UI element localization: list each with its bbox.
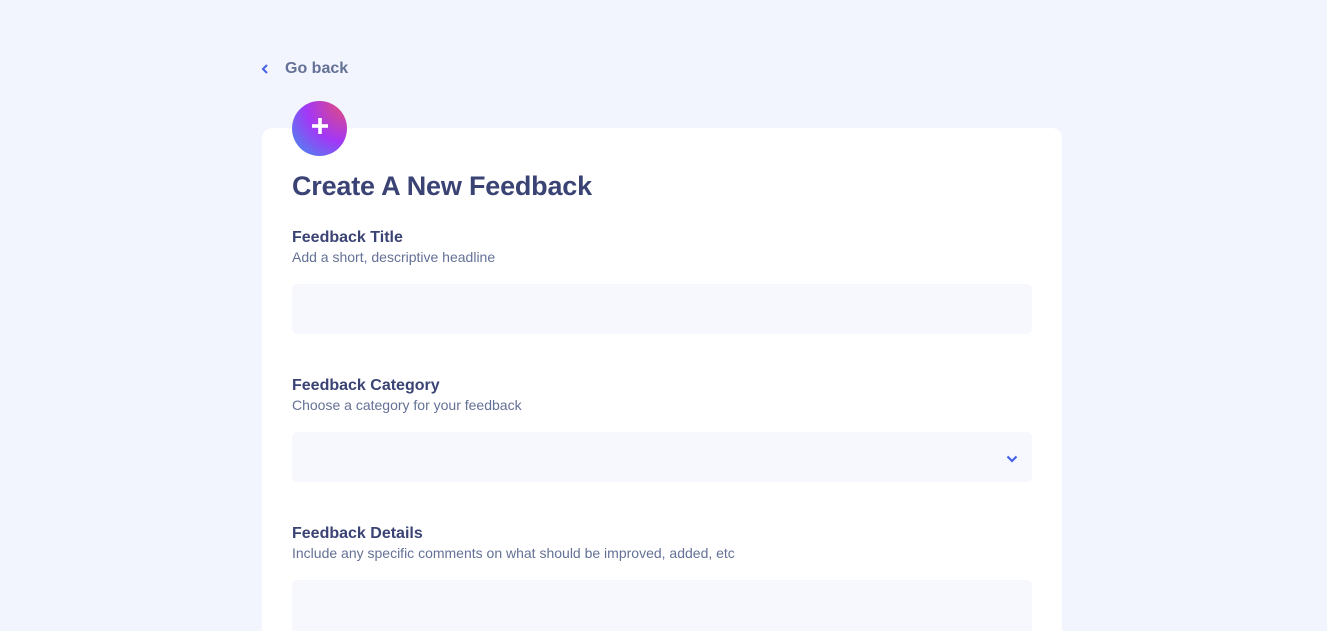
feedback-title-label: Feedback Title bbox=[292, 229, 403, 246]
chevron-down-icon bbox=[1006, 451, 1018, 463]
new-feedback-badge bbox=[292, 101, 347, 156]
feedback-title-input[interactable] bbox=[292, 284, 1032, 334]
go-back-label: Go back bbox=[285, 60, 349, 77]
feedback-page: Go back Create A New Feedback Feedback T… bbox=[0, 0, 1327, 631]
feedback-category-hint: Choose a category for your feedback bbox=[292, 397, 522, 413]
feedback-details-hint: Include any specific comments on what sh… bbox=[292, 545, 735, 561]
feedback-details-label: Feedback Details bbox=[292, 525, 423, 542]
plus-icon bbox=[311, 118, 328, 139]
page-title: Create A New Feedback bbox=[292, 171, 592, 201]
go-back-link[interactable]: Go back bbox=[261, 58, 348, 80]
chevron-left-icon bbox=[261, 62, 271, 76]
feedback-title-hint: Add a short, descriptive headline bbox=[292, 249, 496, 265]
feedback-category-label: Feedback Category bbox=[292, 377, 440, 394]
feedback-category-select[interactable] bbox=[292, 432, 1032, 482]
feedback-details-textarea[interactable] bbox=[292, 580, 1032, 631]
